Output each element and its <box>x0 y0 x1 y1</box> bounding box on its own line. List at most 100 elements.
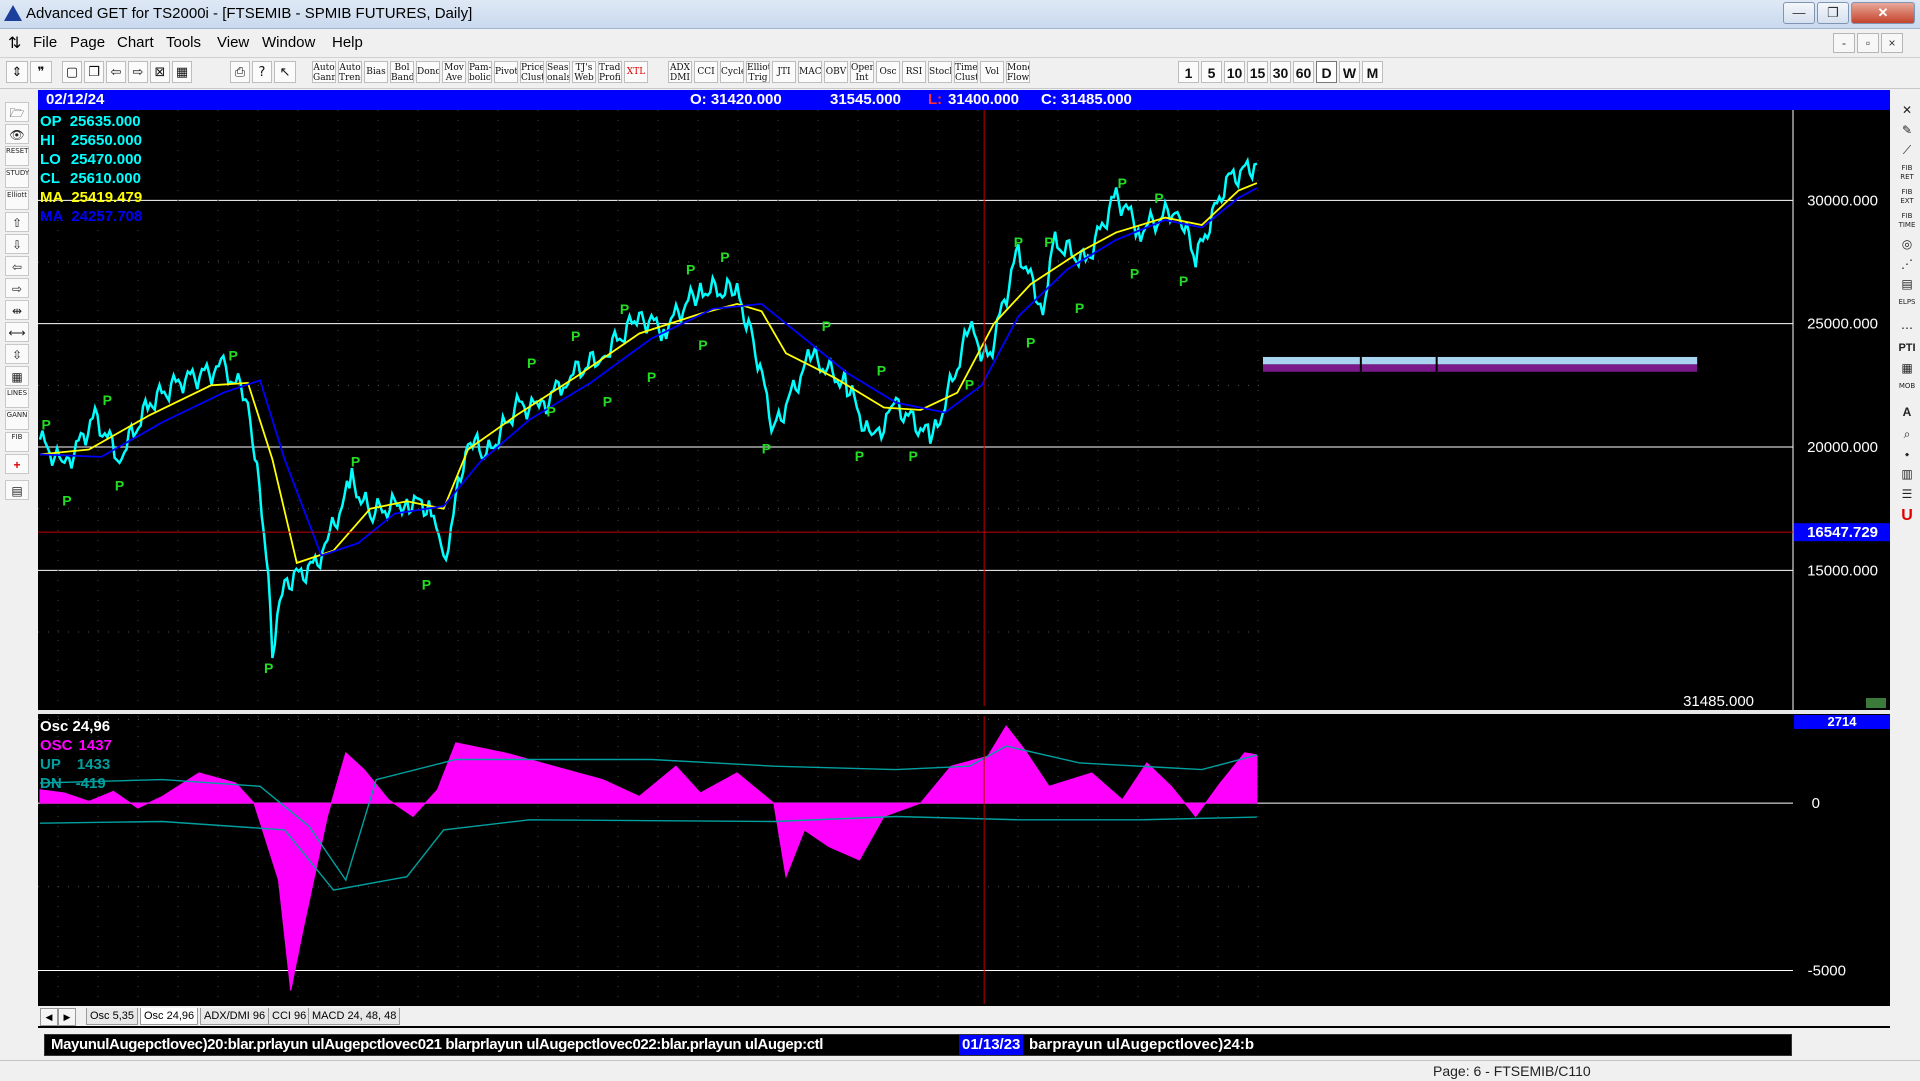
period-button[interactable]: 60 <box>1293 61 1314 83</box>
list-icon[interactable]: ☰ <box>1895 484 1919 504</box>
arrow-up-icon[interactable]: ⇧ <box>5 212 29 232</box>
marker-icon[interactable]: ⬩ <box>1895 444 1919 464</box>
forward-icon[interactable]: ⇨ <box>128 61 148 83</box>
elliott-button[interactable]: Elliott <box>5 190 29 210</box>
study-button[interactable]: STUDY <box>5 168 29 188</box>
text-tool-button[interactable]: A <box>1895 402 1919 422</box>
study-button[interactable]: Open Int <box>850 61 874 83</box>
channel-icon[interactable]: ▤ <box>1895 274 1919 294</box>
study-button[interactable]: Bias <box>364 61 388 83</box>
period-button[interactable]: W <box>1339 61 1360 83</box>
period-button[interactable]: 15 <box>1247 61 1268 83</box>
study-button[interactable]: Seas-onals <box>546 61 570 83</box>
period-button[interactable]: 5 <box>1201 61 1222 83</box>
menu-page[interactable]: Page <box>70 34 105 51</box>
lines-button[interactable]: LINES <box>5 388 29 408</box>
grid-icon[interactable]: ▦ <box>172 61 192 83</box>
new-page-icon[interactable]: ▢ <box>62 61 82 83</box>
minimize-button[interactable]: — <box>1783 2 1815 24</box>
study-button[interactable]: AutoTrend <box>338 61 362 83</box>
tab-osc-5-35[interactable]: Osc 5,35 <box>86 1008 139 1025</box>
expand-vertical-icon[interactable]: ⇳ <box>5 344 29 364</box>
fib-button[interactable]: FIB <box>5 432 29 452</box>
fib-retracement-button[interactable]: FIB RET <box>1895 164 1919 184</box>
gann-button[interactable]: GANN <box>5 410 29 430</box>
arrow-left-icon[interactable]: ⇦ <box>5 256 29 276</box>
bar-compress-icon[interactable]: ⇹ <box>5 300 29 320</box>
study-button[interactable]: RSI <box>902 61 926 83</box>
period-button[interactable]: 1 <box>1178 61 1199 83</box>
fib-time-button[interactable]: FIB TIME <box>1895 212 1919 232</box>
period-button[interactable]: D <box>1316 61 1337 83</box>
study-button[interactable]: MoneyFlow <box>1006 61 1030 83</box>
study-button[interactable]: Bol Band <box>390 61 414 83</box>
expand-horizontal-icon[interactable]: ⟷ <box>5 322 29 342</box>
scale-toggle-icon[interactable] <box>1866 698 1886 708</box>
mdi-restore-button[interactable]: ▫ <box>1857 33 1879 53</box>
menu-window[interactable]: Window <box>262 34 315 51</box>
calendar-icon[interactable]: ▦ <box>5 366 29 386</box>
chart-canvas[interactable]: 15000.000 20000.000 25000.000 30000.000 P P P… <box>38 110 1890 1028</box>
study-button[interactable]: Pam-bolic <box>468 61 492 83</box>
ellipse-button[interactable]: ELPS <box>1895 298 1919 318</box>
menu-chart[interactable]: Chart <box>117 34 154 51</box>
undo-button[interactable]: U <box>1895 506 1919 526</box>
period-button[interactable]: 30 <box>1270 61 1291 83</box>
mdi-close-button[interactable]: × <box>1881 33 1903 53</box>
tab-next-button[interactable]: ▶ <box>58 1008 76 1026</box>
study-button[interactable]: Time Clust <box>954 61 978 83</box>
study-button[interactable]: Mov Ave <box>442 61 466 83</box>
study-button[interactable]: JTI <box>772 61 796 83</box>
ruler-icon[interactable]: ▥ <box>1895 464 1919 484</box>
tab-adx-dmi-96[interactable]: ADX/DMI 96 <box>200 1008 270 1025</box>
tab-osc-24-96[interactable]: Osc 24,96 <box>140 1008 199 1025</box>
mdi-minimize-button[interactable]: - <box>1833 33 1855 53</box>
pti-button[interactable]: PTI <box>1895 338 1919 358</box>
zoom-icon[interactable]: ⌕ <box>1895 424 1919 444</box>
study-button[interactable]: Stoch <box>928 61 952 83</box>
open-folder-icon[interactable]: 🗁 <box>5 102 29 122</box>
study-button[interactable]: Pivot <box>494 61 518 83</box>
period-button[interactable]: 10 <box>1224 61 1245 83</box>
crosshair-icon[interactable]: + <box>5 454 29 474</box>
close-button[interactable]: ✕ <box>1851 2 1915 24</box>
gann-fan-icon[interactable]: ⋯ <box>1895 318 1919 338</box>
trendline-icon[interactable]: ⟋ <box>1895 140 1919 160</box>
panel-splitter[interactable] <box>38 710 1890 714</box>
mdi-document-icon[interactable]: ⇅ <box>8 33 21 53</box>
study-button[interactable]: CCI <box>694 61 718 83</box>
drawing-pointer-icon[interactable]: ⇕ <box>6 61 28 83</box>
calculator-icon[interactable]: ▤ <box>5 480 29 500</box>
help-icon[interactable]: ? <box>252 61 272 83</box>
menu-file[interactable]: File <box>33 34 57 51</box>
menu-view[interactable]: View <box>217 34 249 51</box>
study-button[interactable]: Auto Gann <box>312 61 336 83</box>
menu-help[interactable]: Help <box>332 34 363 51</box>
study-button[interactable]: OBV <box>824 61 848 83</box>
arc-icon[interactable]: ◎ <box>1895 234 1919 254</box>
study-button[interactable]: Price Clust <box>520 61 544 83</box>
arrow-right-icon[interactable]: ⇨ <box>5 278 29 298</box>
reset-button[interactable]: RESET <box>5 146 29 166</box>
date-axis[interactable]: MayunulAugepctlovec)20:blar.prlayun ulAu… <box>44 1034 1792 1056</box>
study-button[interactable]: XTL <box>624 61 648 83</box>
mob-button[interactable]: MOB <box>1895 382 1919 402</box>
copy-icon[interactable]: ❐ <box>84 61 104 83</box>
period-button[interactable]: M <box>1362 61 1383 83</box>
study-button[interactable]: Donch <box>416 61 440 83</box>
restore-button[interactable]: ❐ <box>1817 2 1849 24</box>
quote-icon[interactable]: ❞ <box>30 61 52 83</box>
delete-icon[interactable]: ⊠ <box>150 61 170 83</box>
menu-tools[interactable]: Tools <box>166 34 201 51</box>
study-button[interactable]: TJ's Web <box>572 61 596 83</box>
context-help-icon[interactable]: ↖ <box>274 61 296 83</box>
pencil-icon[interactable]: ✎ <box>1895 120 1919 140</box>
fib-extension-button[interactable]: FIB EXT <box>1895 188 1919 208</box>
study-button[interactable]: ElliottTrig <box>746 61 770 83</box>
arrow-down-icon[interactable]: ⇩ <box>5 234 29 254</box>
tab-macd[interactable]: MACD 24, 48, 48 <box>308 1008 401 1025</box>
study-button[interactable]: Osc <box>876 61 900 83</box>
study-button[interactable]: MACD <box>798 61 822 83</box>
chart-frame[interactable]: 15000.000 20000.000 25000.000 30000.000 P P P… <box>38 110 1890 1028</box>
study-button[interactable]: TradeProfile <box>598 61 622 83</box>
